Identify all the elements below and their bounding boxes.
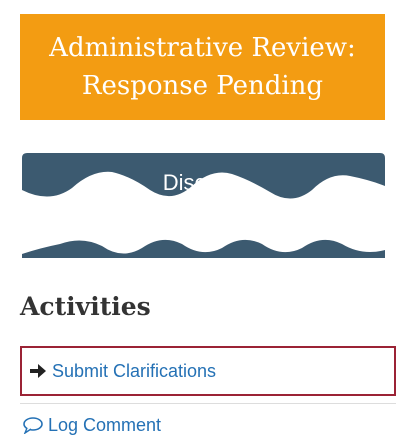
status-title: Administrative Review: Response Pending [49, 33, 356, 101]
comment-icon [22, 416, 44, 434]
activity-submit-clarifications[interactable]: Submit Clarifications [20, 346, 396, 396]
activities-heading: Activities [20, 292, 151, 321]
activity-label: Log Comment [48, 414, 162, 435]
status-banner: Administrative Review: Response Pending [20, 14, 385, 120]
activity-label: Submit Clarifications [52, 360, 217, 381]
disclosures-button-bottom-fragment [22, 239, 385, 258]
activity-divider [20, 403, 396, 404]
torn-screenshot-section: Disc res [0, 150, 405, 270]
torn-edge-graphic [22, 153, 385, 258]
activity-log-comment[interactable]: Log Comment [20, 412, 396, 438]
arrow-right-icon [28, 362, 48, 380]
